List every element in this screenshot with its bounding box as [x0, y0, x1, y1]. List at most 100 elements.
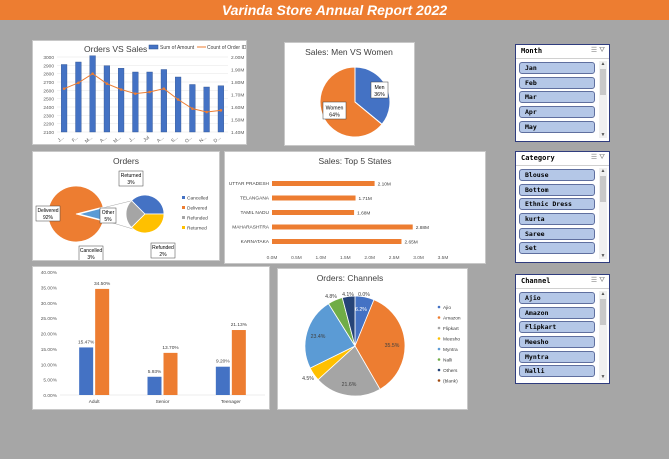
- x-tick-label: D...: [213, 135, 223, 144]
- scroll-down-icon[interactable]: ▼: [599, 132, 607, 138]
- slicer-item-jan[interactable]: Jan: [519, 62, 595, 74]
- x-tick-label: 1.0M: [316, 255, 327, 261]
- channels-chart[interactable]: Orders: Channels 6.2% 35.5% 21.6% 4.5% 23.4% 4…: [277, 268, 468, 410]
- y-tick-label: 20.00%: [41, 332, 58, 338]
- value-label: 2.10M: [378, 182, 391, 188]
- scroll-up-icon[interactable]: ▲: [599, 291, 607, 297]
- data-label: Men: [374, 85, 384, 91]
- y2-tick-label: 2.00M: [231, 55, 244, 61]
- bar-sum-of-amount: [217, 85, 224, 133]
- orders-status-chart[interactable]: Orders Delivered 92% Cancelled 3% Refunded 2% R…: [32, 151, 220, 262]
- age-group-svg: 0.00% 5.00% 10.00% 15.00% 20.00% 25.00% 30.00%…: [41, 270, 265, 405]
- scroll-down-icon[interactable]: ▼: [599, 374, 607, 380]
- category-label: Teenager: [221, 399, 241, 405]
- category-label: Adult: [89, 399, 101, 405]
- slicer-item-apr[interactable]: Apr: [519, 106, 595, 119]
- legend-swatch: [182, 216, 185, 219]
- legend-label: Nalli: [443, 358, 452, 364]
- orders-status-svg: OrdersDelivered92%Cancelled3%Refunded2%R…: [35, 156, 209, 262]
- age-group-chart[interactable]: 0.00% 5.00% 10.00% 15.00% 20.00% 25.00% 30.00%…: [32, 266, 270, 410]
- x-tick-label: M...: [84, 135, 94, 144]
- clear-filter-icon[interactable]: ⛛: [599, 154, 605, 161]
- month-slicer[interactable]: Month ☰ ⛛ Jan Feb Mar Apr May ▲ ▼: [515, 44, 610, 142]
- bar-sum-of-amount: [203, 86, 210, 133]
- slicer-item-ajio[interactable]: Ajio: [519, 292, 595, 304]
- x-tick-label: 0.0M: [267, 255, 278, 261]
- y2-tick-label: 1.80M: [231, 80, 244, 86]
- channel-scrollbar[interactable]: ▲ ▼: [599, 291, 607, 380]
- legend-swatch: [437, 305, 441, 309]
- bar-state: [272, 181, 375, 186]
- category-label: MAHARASHTRA: [232, 225, 270, 231]
- bar-state: [272, 224, 413, 230]
- scroll-up-icon[interactable]: ▲: [599, 168, 607, 174]
- y-tick-label: 2100: [43, 130, 54, 136]
- orders-vs-sales-chart[interactable]: Orders VS Sales Sum of Amount Count of Ord…: [32, 40, 247, 145]
- category-slicer[interactable]: Category ☰ ⛛ Blouse Bottom Ethnic Dress …: [515, 151, 610, 263]
- legend-label: Myntra: [443, 347, 458, 353]
- slicer-item-flipkart[interactable]: Flipkart: [519, 321, 595, 334]
- y-tick-label: 5.00%: [43, 378, 57, 384]
- data-label: Cancelled: [80, 248, 102, 254]
- y-tick-label: 0.00%: [43, 393, 57, 399]
- y2-tick-label: 1.90M: [231, 68, 244, 74]
- legend-swatch: [437, 337, 441, 340]
- multi-select-icon[interactable]: ☰: [591, 277, 597, 284]
- month-slicer-header: Month ☰ ⛛: [516, 45, 609, 59]
- data-label: 64%: [329, 113, 340, 119]
- category-label: TAMIL NADU: [240, 210, 269, 216]
- legend-swatch: [437, 379, 441, 382]
- data-label: 35.5%: [385, 343, 400, 349]
- bar-state: [272, 239, 402, 244]
- bar-sum-of-amount: [89, 55, 96, 133]
- x-tick-label: O...: [184, 135, 194, 144]
- data-label: Delivered: [37, 208, 58, 214]
- top-states-chart[interactable]: Sales: Top 5 States 0.0M 0.5M 1.0M 1.5M 2.0M 2…: [224, 151, 486, 264]
- legend-swatch: [182, 226, 185, 229]
- line-point: [62, 87, 66, 90]
- slicer-item-amazon[interactable]: Amazon: [519, 306, 595, 319]
- scroll-up-icon[interactable]: ▲: [599, 61, 607, 67]
- scroll-down-icon[interactable]: ▼: [599, 253, 607, 259]
- slicer-item-meesho[interactable]: Meesho: [519, 336, 595, 349]
- slicer-item-nalli[interactable]: Nalli: [519, 365, 595, 378]
- value-label: 5.93%: [148, 369, 162, 375]
- x-tick-label: 0.5M: [291, 255, 302, 261]
- x-tick-label: J...: [57, 135, 66, 144]
- slicer-item-kurta[interactable]: kurta: [519, 213, 595, 226]
- report-title: Varinda Store Annual Report 2022: [0, 0, 669, 20]
- slicer-item-myntra[interactable]: Myntra: [519, 350, 595, 363]
- y2-tick-label: 1.50M: [231, 118, 244, 124]
- data-label: 3%: [127, 180, 135, 186]
- x-tick-label: J...: [128, 135, 137, 144]
- slicer-item-may[interactable]: May: [519, 120, 595, 133]
- category-scrollbar[interactable]: ▲ ▼: [599, 168, 607, 259]
- legend-swatch: [437, 316, 441, 319]
- legend-label: Delivered: [187, 206, 208, 212]
- multi-select-icon[interactable]: ☰: [591, 47, 597, 54]
- clear-filter-icon[interactable]: ⛛: [599, 277, 605, 284]
- x-tick-label: N...: [198, 135, 208, 144]
- month-scrollbar[interactable]: ▲ ▼: [599, 61, 607, 138]
- slicer-item-ethnic-dress[interactable]: Ethnic Dress: [519, 198, 595, 211]
- slicer-item-set[interactable]: Set: [519, 242, 595, 255]
- legend-label: Sum of Amount: [160, 45, 195, 51]
- legend-swatch: [437, 326, 441, 330]
- data-label: Women: [326, 106, 344, 112]
- multi-select-icon[interactable]: ☰: [591, 154, 597, 161]
- men-vs-women-chart[interactable]: Sales: Men VS Women Men 36% Women 64%: [284, 42, 415, 146]
- slicer-item-feb[interactable]: Feb: [519, 76, 595, 89]
- bar-sum-of-amount: [75, 61, 82, 133]
- chart-title: Orders VS Sales: [84, 44, 147, 54]
- slicer-item-blouse[interactable]: Blouse: [519, 169, 595, 181]
- slicer-item-saree[interactable]: Saree: [519, 227, 595, 240]
- chart-title: Orders: Channels: [317, 273, 384, 283]
- channel-slicer[interactable]: Channel ☰ ⛛ Ajio Amazon Flipkart Meesho …: [515, 274, 610, 384]
- men-vs-women-svg: Sales: Men VS Women Men36% Women64%: [305, 47, 393, 138]
- bar-sum-of-amount: [118, 68, 125, 133]
- value-label: 2.88M: [416, 225, 429, 231]
- clear-filter-icon[interactable]: ⛛: [599, 47, 605, 54]
- slicer-item-bottom[interactable]: Bottom: [519, 183, 595, 196]
- slicer-item-mar[interactable]: Mar: [519, 91, 595, 104]
- data-label: 6.2%: [355, 307, 367, 313]
